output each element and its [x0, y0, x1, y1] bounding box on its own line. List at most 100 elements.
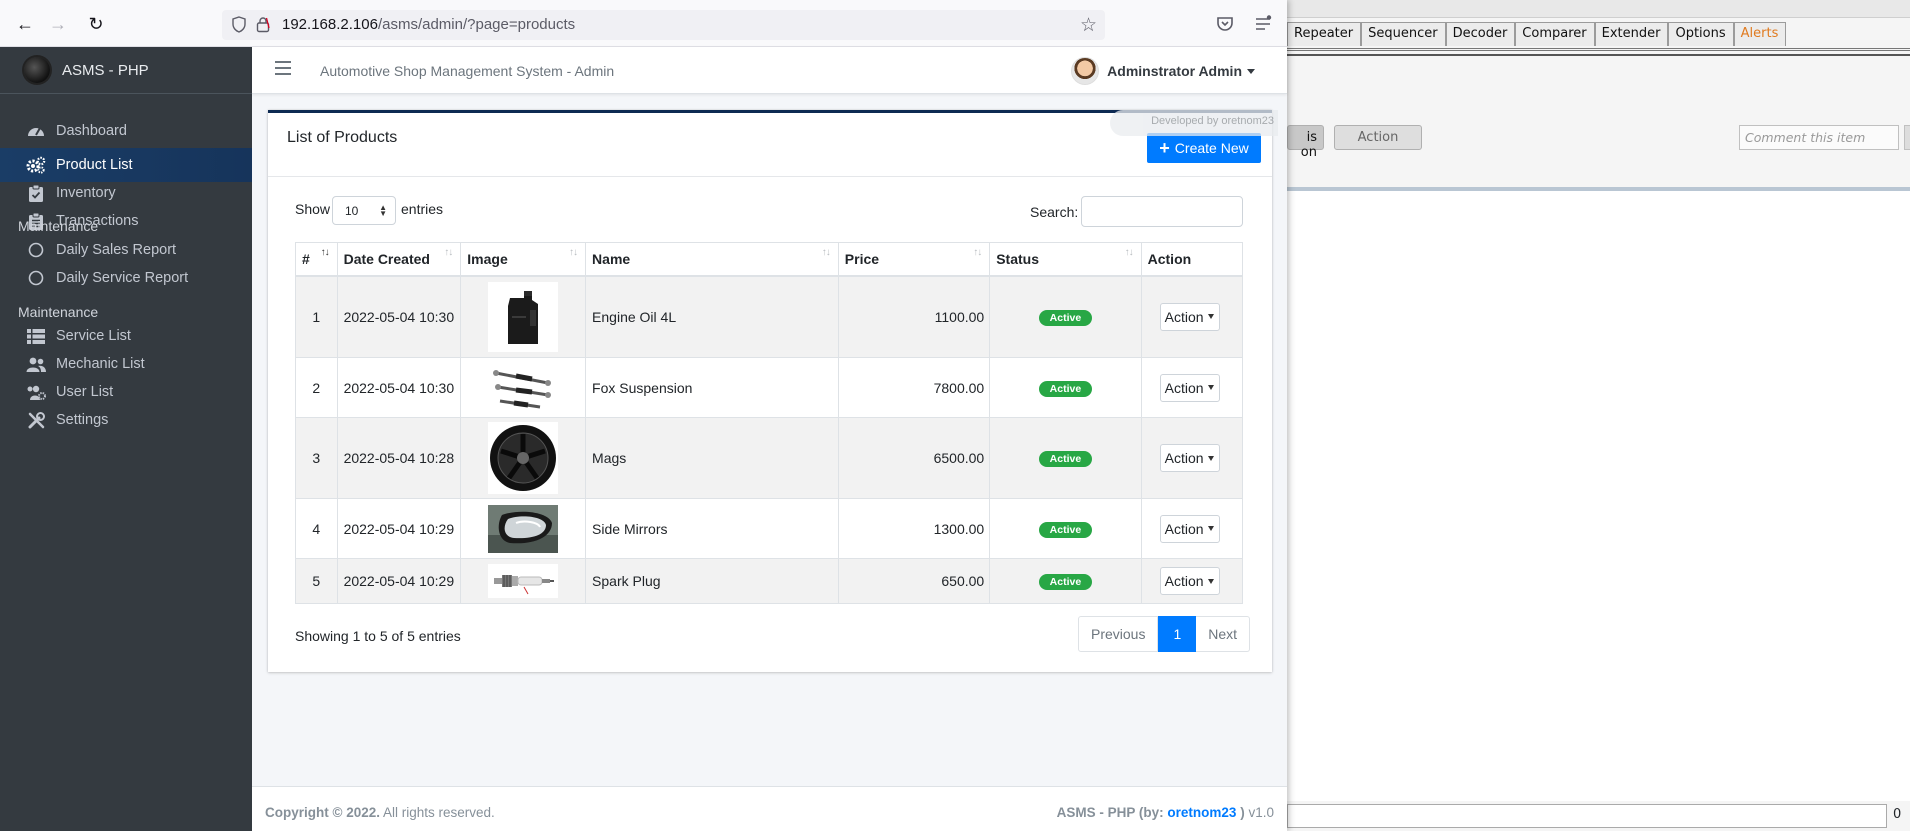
tab-sequencer[interactable]: Sequencer [1361, 22, 1446, 46]
create-new-button[interactable]: + Create New [1147, 133, 1261, 163]
search-label: Search: [1030, 204, 1079, 220]
sort-icon: ↑↓ [569, 247, 578, 258]
row-action-cell: Action [1140, 558, 1244, 604]
table-info: Showing 1 to 5 of 5 entries [295, 628, 461, 644]
row-name: Spark Plug [585, 558, 839, 604]
sidebar-item-label: Daily Service Report [56, 270, 189, 286]
users-cog-icon [26, 383, 46, 401]
comment-input[interactable]: Comment this item [1739, 125, 1899, 150]
action-label: Action [1164, 520, 1204, 537]
search-input[interactable] [1081, 196, 1243, 227]
plus-icon: + [1159, 138, 1170, 158]
row-number: 3 [295, 417, 338, 499]
action-dropdown-button[interactable]: Action [1159, 444, 1220, 472]
divider-line [1287, 54, 1910, 56]
show-label: Show [295, 201, 331, 217]
list-icon [26, 327, 46, 345]
back-icon[interactable]: ← [14, 13, 36, 35]
action-dropdown-button[interactable]: Action [1159, 302, 1220, 331]
sort-icon: ↑↓ [1124, 247, 1134, 258]
mags-image [488, 422, 559, 494]
column-header-price[interactable]: Price ↑↓ [837, 242, 991, 277]
column-label: # [302, 250, 310, 267]
action-button[interactable]: Action [1334, 125, 1422, 150]
row-date: 2022-05-04 10:28 [336, 417, 462, 499]
entries-label: entries [401, 201, 444, 217]
sidebar-item-dashboard[interactable]: Dashboard [0, 114, 252, 148]
bookmark-star-icon[interactable]: ☆ [1080, 14, 1097, 37]
tab-decoder[interactable]: Decoder [1445, 22, 1516, 46]
url-host: 192.168.2.106 [282, 16, 378, 33]
row-image-cell [460, 275, 587, 358]
row-name: Fox Suspension [585, 357, 839, 418]
row-price: 650.00 [837, 558, 991, 604]
entries-select[interactable]: 10 ▲ ▼ [332, 196, 396, 225]
action-dropdown-button[interactable]: Action [1159, 567, 1220, 595]
column-header-status[interactable]: Status ↑↓ [989, 242, 1142, 277]
column-header-image[interactable]: Image ↑↓ [460, 242, 587, 277]
chevron-down-icon [1207, 314, 1214, 320]
message-editor[interactable] [1287, 191, 1910, 801]
rights-text: All rights reserved. [383, 805, 495, 820]
page-1-button[interactable]: 1 [1158, 616, 1197, 652]
column-header-name[interactable]: Name ↑↓ [585, 242, 839, 277]
row-number: 5 [295, 558, 338, 604]
table-row: 4 2022-05-04 10:29 Side Mirrors 1300.00 … [295, 498, 1244, 559]
tool-tabs: Repeater Sequencer Decoder Comparer Exte… [1287, 22, 1787, 48]
footer: Copyright © 2022. All rights reserved. A… [252, 786, 1287, 831]
sidebar-item-label: Mechanic List [56, 356, 145, 372]
nav-header-maintenance: Maintenance [18, 218, 99, 234]
row-image-cell [460, 498, 587, 559]
sidebar-item-label: Daily Sales Report [56, 242, 177, 258]
pocket-icon[interactable] [1215, 14, 1235, 34]
users-icon [26, 355, 46, 373]
user-menu[interactable]: Adminstrator Admin [1071, 57, 1255, 85]
browser-toolbar: ← → ↻ 192.168.2.106/asms/admin/?page=pro… [0, 0, 1287, 47]
column-header-date-created[interactable]: Date Created ↑↓ [336, 242, 462, 277]
card-title: List of Products [287, 129, 398, 146]
previous-page-button[interactable]: Previous [1078, 616, 1159, 652]
column-label: Name [592, 250, 631, 267]
circle-icon [26, 241, 46, 259]
sidebar-item-label: User List [56, 384, 114, 400]
column-label: Date Created [343, 250, 430, 267]
highlight-button[interactable] [1904, 125, 1910, 150]
clipboard-check-icon [26, 184, 46, 202]
cogs-icon [26, 156, 46, 174]
status-badge: Active [1038, 451, 1093, 467]
row-action-cell: Action [1140, 357, 1244, 418]
row-status-cell: Active [989, 357, 1142, 418]
next-page-button[interactable]: Next [1196, 616, 1251, 652]
row-image-cell [460, 558, 587, 604]
intercept-toggle-button[interactable]: is on [1287, 125, 1324, 160]
menu-icon[interactable] [1253, 14, 1273, 34]
author-link[interactable]: oretnom23 [1167, 805, 1236, 820]
table-row: 3 2022-05-04 10:28 Mags 6500.00 Active A… [295, 417, 1244, 499]
status-badge: Active [1038, 521, 1093, 538]
table-row: 2 2022-05-04 10:30 Fox Suspension 7800.0… [295, 357, 1244, 418]
side-mirror-image [488, 504, 559, 553]
sidebar-item-settings[interactable]: Settings [0, 403, 252, 437]
row-image-cell [460, 417, 587, 499]
sidebar-item-daily-service-report[interactable]: Daily Service Report [0, 261, 252, 295]
column-header-number[interactable]: # ↑↓ [295, 242, 338, 277]
action-dropdown-button[interactable]: Action [1159, 373, 1220, 402]
tab-repeater[interactable]: Repeater [1287, 22, 1362, 46]
reload-icon[interactable]: ↻ [85, 13, 107, 35]
tab-extender[interactable]: Extender [1594, 22, 1669, 46]
forward-icon[interactable]: → [47, 13, 69, 35]
url-bar[interactable]: 192.168.2.106/asms/admin/?page=products … [222, 10, 1105, 40]
copyright-text: Copyright © 2022. [265, 805, 380, 820]
sort-icon: ↑↓ [973, 247, 982, 258]
url-path: /asms/admin/?page=products [377, 16, 576, 33]
row-price: 7800.00 [837, 357, 991, 418]
action-dropdown-button[interactable]: Action [1159, 514, 1220, 543]
tab-comparer[interactable]: Comparer [1515, 22, 1595, 46]
brand[interactable]: ASMS - PHP [0, 47, 252, 94]
chevron-down-icon [1207, 455, 1214, 461]
search-field[interactable] [1287, 804, 1887, 828]
tab-alerts[interactable]: Alerts [1733, 22, 1787, 46]
tab-options[interactable]: Options [1668, 22, 1734, 46]
row-number: 4 [295, 498, 338, 559]
hamburger-menu-icon[interactable] [275, 61, 291, 75]
